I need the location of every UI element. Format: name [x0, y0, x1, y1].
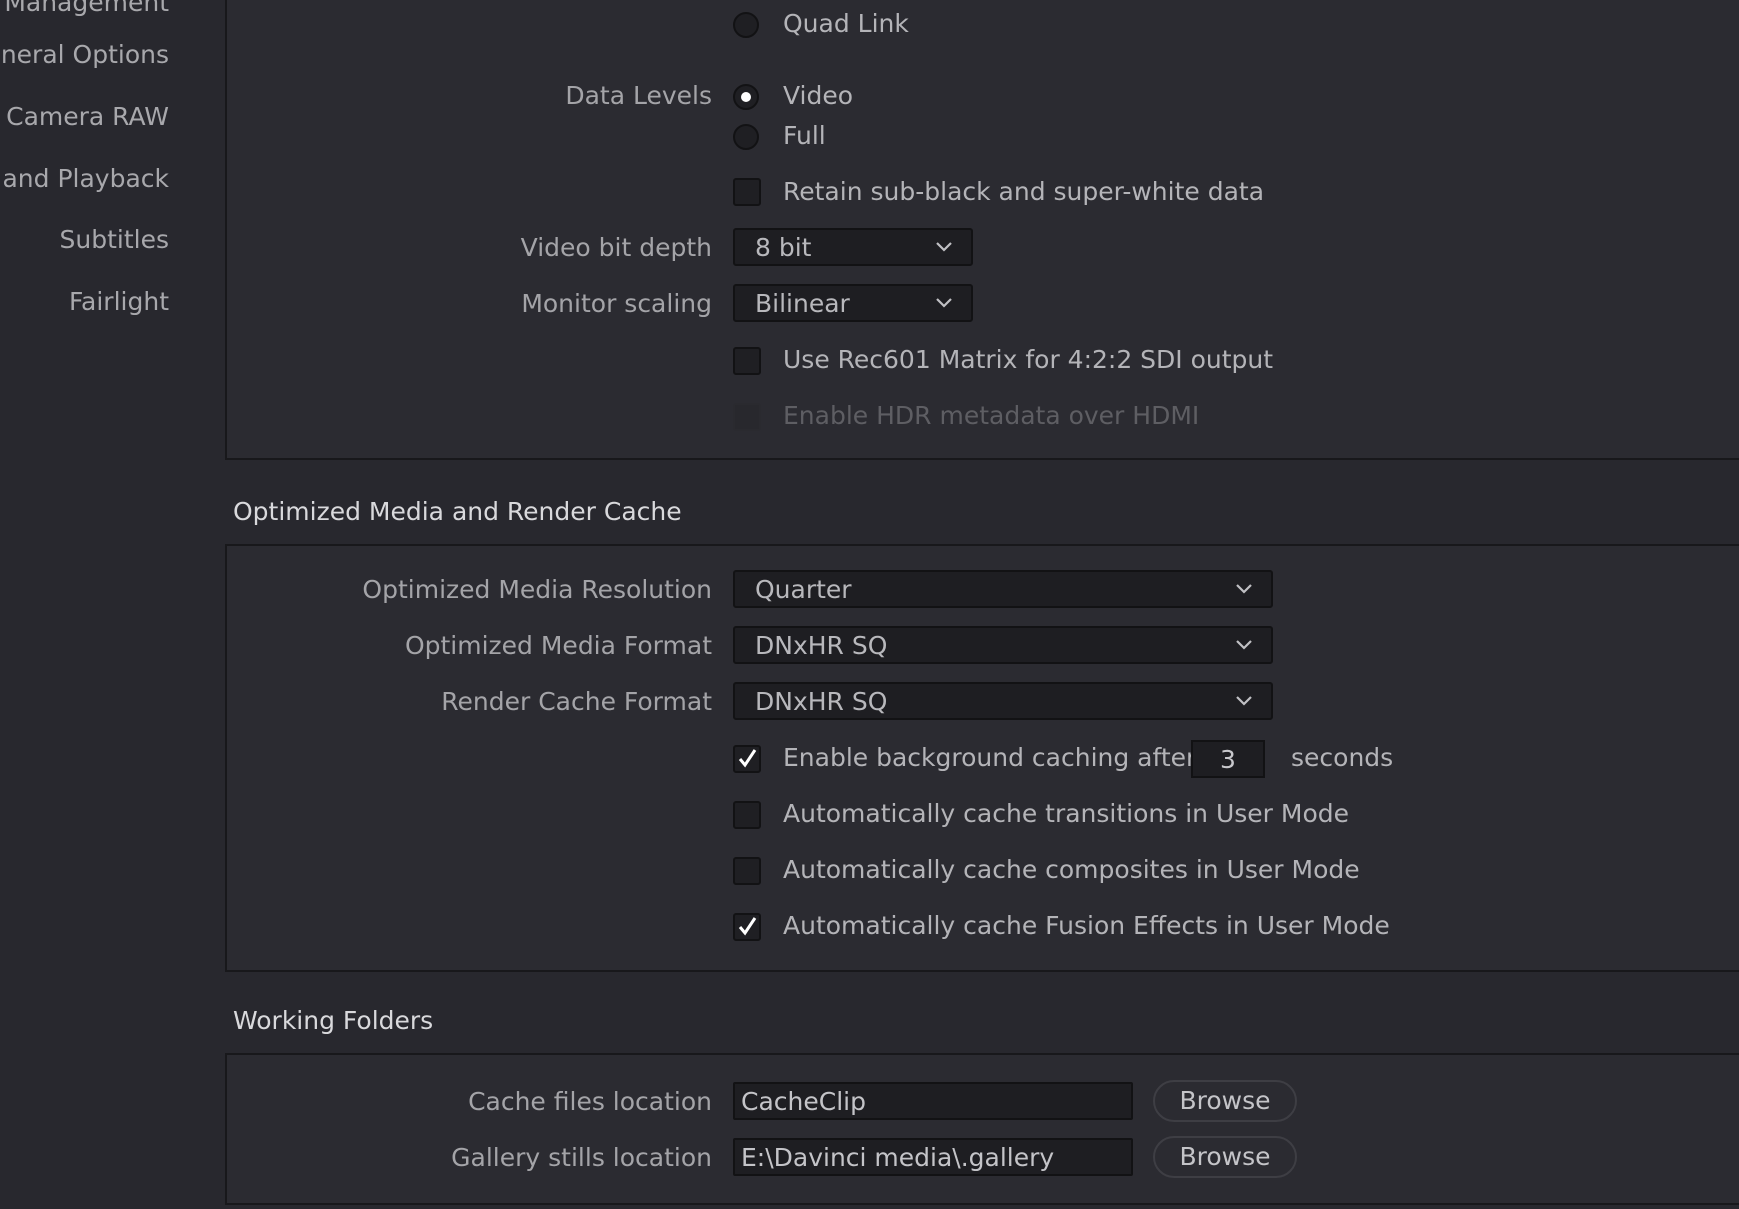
use-rec601-label: Use Rec601 Matrix for 4:2:2 SDI output	[783, 345, 1274, 374]
data-levels-label: Data Levels	[565, 81, 712, 110]
chevron-down-icon	[1236, 640, 1252, 650]
enable-hdr-metadata-label: Enable HDR metadata over HDMI	[783, 401, 1200, 430]
background-caching-seconds-unit: seconds	[1291, 743, 1394, 772]
video-bit-depth-dropdown[interactable]: 8 bit	[733, 228, 973, 266]
retain-sub-black-label: Retain sub-black and super-white data	[783, 177, 1265, 206]
cache-transitions-checkbox[interactable]	[733, 801, 761, 829]
settings-sidebar: Management eneral Options Camera RAW e a…	[0, 0, 190, 1209]
check-icon	[738, 749, 757, 768]
render-cache-format-dropdown[interactable]: DNxHR SQ	[733, 682, 1273, 720]
chevron-down-icon	[936, 242, 952, 252]
sidebar-item-fairlight[interactable]: Fairlight	[69, 287, 169, 317]
quad-link-radio[interactable]	[733, 12, 759, 38]
chevron-down-icon	[936, 298, 952, 308]
sidebar-item-management[interactable]: Management	[4, 0, 169, 18]
optimized-media-format-value: DNxHR SQ	[755, 631, 888, 660]
video-bit-depth-value: 8 bit	[755, 233, 812, 262]
gallery-stills-location-label: Gallery stills location	[451, 1143, 712, 1172]
sidebar-item-camera-raw[interactable]: Camera RAW	[6, 102, 169, 132]
background-caching-label: Enable background caching after	[783, 743, 1197, 772]
quad-link-label: Quad Link	[783, 9, 909, 38]
optimized-media-section-title: Optimized Media and Render Cache	[233, 497, 682, 526]
optimized-media-resolution-label: Optimized Media Resolution	[362, 575, 712, 604]
render-cache-format-value: DNxHR SQ	[755, 687, 888, 716]
monitor-scaling-dropdown[interactable]: Bilinear	[733, 284, 973, 322]
background-caching-seconds-input[interactable]	[1191, 740, 1265, 778]
sidebar-item-image-and-playback[interactable]: e and Playback	[0, 164, 169, 194]
chevron-down-icon	[1236, 584, 1252, 594]
data-levels-video-radio[interactable]	[733, 84, 759, 110]
monitor-scaling-label: Monitor scaling	[521, 289, 712, 318]
working-folders-panel	[225, 1053, 1739, 1205]
cache-composites-checkbox[interactable]	[733, 857, 761, 885]
render-cache-format-label: Render Cache Format	[441, 687, 712, 716]
cache-composites-label: Automatically cache composites in User M…	[783, 855, 1360, 884]
monitor-scaling-value: Bilinear	[755, 289, 850, 318]
video-bit-depth-label: Video bit depth	[520, 233, 712, 262]
background-caching-checkbox[interactable]	[733, 745, 761, 773]
sidebar-item-general-options[interactable]: eneral Options	[0, 40, 169, 70]
enable-hdr-metadata-checkbox	[733, 403, 761, 431]
data-levels-full-radio[interactable]	[733, 124, 759, 150]
working-folders-section-title: Working Folders	[233, 1006, 434, 1035]
gallery-stills-browse-button[interactable]: Browse	[1153, 1136, 1297, 1178]
retain-sub-black-checkbox[interactable]	[733, 178, 761, 206]
sidebar-item-subtitles[interactable]: Subtitles	[60, 225, 170, 255]
check-icon	[738, 917, 757, 936]
cache-files-location-input[interactable]	[733, 1082, 1133, 1120]
video-monitoring-panel	[225, 0, 1739, 460]
data-levels-full-label: Full	[783, 121, 826, 150]
cache-files-location-label: Cache files location	[468, 1087, 712, 1116]
optimized-media-format-label: Optimized Media Format	[404, 631, 712, 660]
optimized-media-resolution-value: Quarter	[755, 575, 852, 604]
cache-fusion-checkbox[interactable]	[733, 913, 761, 941]
optimized-media-format-dropdown[interactable]: DNxHR SQ	[733, 626, 1273, 664]
cache-fusion-label: Automatically cache Fusion Effects in Us…	[783, 911, 1390, 940]
cache-transitions-label: Automatically cache transitions in User …	[783, 799, 1350, 828]
gallery-stills-location-input[interactable]	[733, 1138, 1133, 1176]
project-settings-window: Management eneral Options Camera RAW e a…	[0, 0, 1739, 1209]
use-rec601-checkbox[interactable]	[733, 347, 761, 375]
cache-files-browse-button[interactable]: Browse	[1153, 1080, 1297, 1122]
optimized-media-resolution-dropdown[interactable]: Quarter	[733, 570, 1273, 608]
chevron-down-icon	[1236, 696, 1252, 706]
data-levels-video-label: Video	[783, 81, 854, 110]
